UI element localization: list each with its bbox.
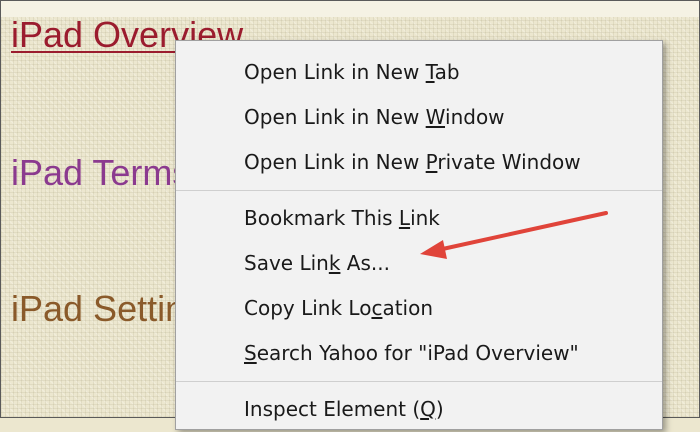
menu-item-open-new-tab[interactable]: Open Link in New Tab [176,50,662,95]
menu-item-label: ) [435,397,444,421]
menu-item-label: rivate Window [437,150,581,174]
menu-item-label: Open Link in New [244,150,426,174]
menu-item-label: indow [445,105,505,129]
menu-item-search-yahoo[interactable]: Search Yahoo for "iPad Overview" [176,331,662,376]
menu-item-label: ink [410,206,440,230]
menu-item-save-link-as[interactable]: Save Link As... [176,241,662,286]
menu-item-mnemonic: L [398,206,411,230]
menu-item-mnemonic: T [425,60,435,84]
menu-item-mnemonic: S [244,341,257,365]
menu-item-label: ation [382,296,434,320]
link-ipad-terms[interactable]: iPad Terms [11,153,190,193]
menu-item-label: Bookmark This [244,206,399,230]
menu-item-bookmark-link[interactable]: Bookmark This Link [176,196,662,241]
menu-item-open-new-window[interactable]: Open Link in New Window [176,95,662,140]
menu-item-label: Copy Link Lo [244,296,372,320]
menu-item-label: ab [434,60,460,84]
menu-separator [176,190,662,191]
menu-item-mnemonic: c [371,296,383,320]
menu-item-label: earch Yahoo for "iPad Overview" [256,341,579,365]
menu-item-label: Open Link in New [244,60,426,84]
menu-item-inspect-element[interactable]: Inspect Element (Q) [176,387,662,432]
menu-item-mnemonic: k [328,251,341,275]
menu-item-label: Open Link in New [244,105,426,129]
menu-item-copy-link-location[interactable]: Copy Link Location [176,286,662,331]
context-menu: Open Link in New Tab Open Link in New Wi… [175,40,663,430]
menu-separator [176,381,662,382]
menu-item-label: Save Lin [244,251,329,275]
menu-item-open-private-window[interactable]: Open Link in New Private Window [176,140,662,185]
menu-item-mnemonic: W [425,105,446,129]
menu-item-label: As... [340,251,390,275]
menu-item-mnemonic: Q [420,397,436,421]
menu-item-label: Inspect Element ( [244,397,421,421]
menu-item-mnemonic: P [425,150,438,174]
